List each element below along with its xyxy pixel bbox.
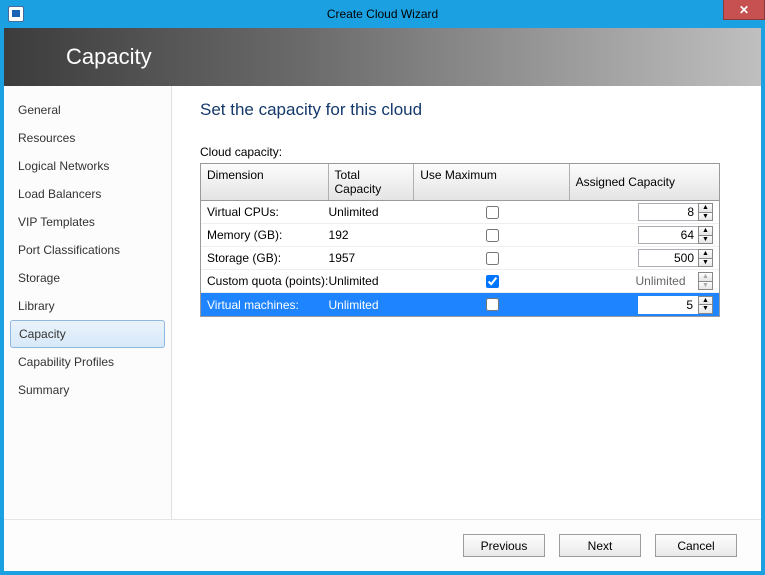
cell-use-maximum xyxy=(414,272,569,291)
cell-dimension: Virtual CPUs: xyxy=(201,205,329,219)
cell-total-capacity: Unlimited xyxy=(329,274,415,288)
content-pane: Set the capacity for this cloud Cloud ca… xyxy=(172,86,761,519)
cell-dimension: Memory (GB): xyxy=(201,228,329,242)
banner-title: Capacity xyxy=(66,44,152,70)
spinner-down-button[interactable]: ▼ xyxy=(698,258,713,268)
col-use-maximum[interactable]: Use Maximum xyxy=(414,164,569,200)
col-dimension[interactable]: Dimension xyxy=(201,164,329,200)
spinner-down-button[interactable]: ▼ xyxy=(698,212,713,222)
assigned-capacity-input[interactable] xyxy=(638,226,698,244)
cell-use-maximum xyxy=(414,203,569,222)
grid-row[interactable]: Virtual machines:Unlimited ▲▼ xyxy=(201,293,719,316)
wizard-banner: Capacity xyxy=(4,28,761,86)
spinner-down-button[interactable]: ▼ xyxy=(698,304,713,314)
use-maximum-checkbox[interactable] xyxy=(486,206,499,219)
cell-use-maximum xyxy=(414,226,569,245)
grid-row[interactable]: Virtual CPUs:Unlimited ▲▼ xyxy=(201,201,719,224)
sidebar-item-storage[interactable]: Storage xyxy=(4,264,171,292)
app-icon xyxy=(8,6,24,22)
spinner-up-button[interactable]: ▲ xyxy=(698,226,713,235)
close-button[interactable]: ✕ xyxy=(723,0,765,20)
sidebar-item-port-classifications[interactable]: Port Classifications xyxy=(4,236,171,264)
wizard-steps-sidebar: GeneralResourcesLogical NetworksLoad Bal… xyxy=(4,86,172,519)
sidebar-item-general[interactable]: General xyxy=(4,96,171,124)
cell-total-capacity: 192 xyxy=(329,228,415,242)
sidebar-item-load-balancers[interactable]: Load Balancers xyxy=(4,180,171,208)
main-body: GeneralResourcesLogical NetworksLoad Bal… xyxy=(4,86,761,519)
cell-total-capacity: 1957 xyxy=(329,251,415,265)
cell-use-maximum xyxy=(414,295,569,314)
assigned-unlimited-label: Unlimited xyxy=(623,274,698,288)
cell-dimension: Virtual machines: xyxy=(201,298,329,312)
col-total-capacity[interactable]: Total Capacity xyxy=(329,164,415,200)
wizard-footer: Previous Next Cancel xyxy=(4,519,761,571)
cell-dimension: Custom quota (points): xyxy=(201,274,329,288)
cloud-capacity-label: Cloud capacity: xyxy=(200,145,735,159)
sidebar-item-capacity[interactable]: Capacity xyxy=(10,320,165,348)
cancel-button[interactable]: Cancel xyxy=(655,534,737,557)
sidebar-item-summary[interactable]: Summary xyxy=(4,376,171,404)
cell-use-maximum xyxy=(414,249,569,268)
use-maximum-checkbox[interactable] xyxy=(486,229,499,242)
use-maximum-checkbox[interactable] xyxy=(486,275,499,288)
cell-assigned-capacity: ▲▼ xyxy=(570,296,719,314)
sidebar-item-resources[interactable]: Resources xyxy=(4,124,171,152)
cell-assigned-capacity: ▲▼ xyxy=(570,249,719,267)
grid-row[interactable]: Custom quota (points):UnlimitedUnlimited… xyxy=(201,270,719,293)
use-maximum-checkbox[interactable] xyxy=(486,252,499,265)
assigned-capacity-input[interactable] xyxy=(638,203,698,221)
sidebar-item-capability-profiles[interactable]: Capability Profiles xyxy=(4,348,171,376)
cell-total-capacity: Unlimited xyxy=(329,298,415,312)
capacity-grid: Dimension Total Capacity Use Maximum Ass… xyxy=(200,163,720,317)
wizard-window: Capacity GeneralResourcesLogical Network… xyxy=(4,28,761,571)
cell-assigned-capacity: Unlimited▲▼ xyxy=(570,272,719,290)
cell-assigned-capacity: ▲▼ xyxy=(570,226,719,244)
grid-header: Dimension Total Capacity Use Maximum Ass… xyxy=(201,164,719,201)
spinner-up-button[interactable]: ▲ xyxy=(698,296,713,305)
spinner-up-icon: ▲ xyxy=(698,272,713,281)
assigned-capacity-input[interactable] xyxy=(638,249,698,267)
grid-row[interactable]: Storage (GB):1957 ▲▼ xyxy=(201,247,719,270)
cell-total-capacity: Unlimited xyxy=(329,205,415,219)
titlebar[interactable]: Create Cloud Wizard ✕ xyxy=(0,0,765,28)
sidebar-item-vip-templates[interactable]: VIP Templates xyxy=(4,208,171,236)
assigned-capacity-input[interactable] xyxy=(638,296,698,314)
previous-button[interactable]: Previous xyxy=(463,534,545,557)
col-assigned-capacity[interactable]: Assigned Capacity xyxy=(570,164,719,200)
use-maximum-checkbox[interactable] xyxy=(486,298,499,311)
close-icon: ✕ xyxy=(739,3,749,17)
spinner-up-button[interactable]: ▲ xyxy=(698,249,713,258)
spinner-up-button[interactable]: ▲ xyxy=(698,203,713,212)
spinner-down-icon: ▼ xyxy=(698,281,713,291)
sidebar-item-logical-networks[interactable]: Logical Networks xyxy=(4,152,171,180)
cell-dimension: Storage (GB): xyxy=(201,251,329,265)
window-title: Create Cloud Wizard xyxy=(327,7,438,21)
sidebar-item-library[interactable]: Library xyxy=(4,292,171,320)
grid-row[interactable]: Memory (GB):192 ▲▼ xyxy=(201,224,719,247)
spinner-down-button[interactable]: ▼ xyxy=(698,235,713,245)
cell-assigned-capacity: ▲▼ xyxy=(570,203,719,221)
page-heading: Set the capacity for this cloud xyxy=(200,100,735,120)
next-button[interactable]: Next xyxy=(559,534,641,557)
